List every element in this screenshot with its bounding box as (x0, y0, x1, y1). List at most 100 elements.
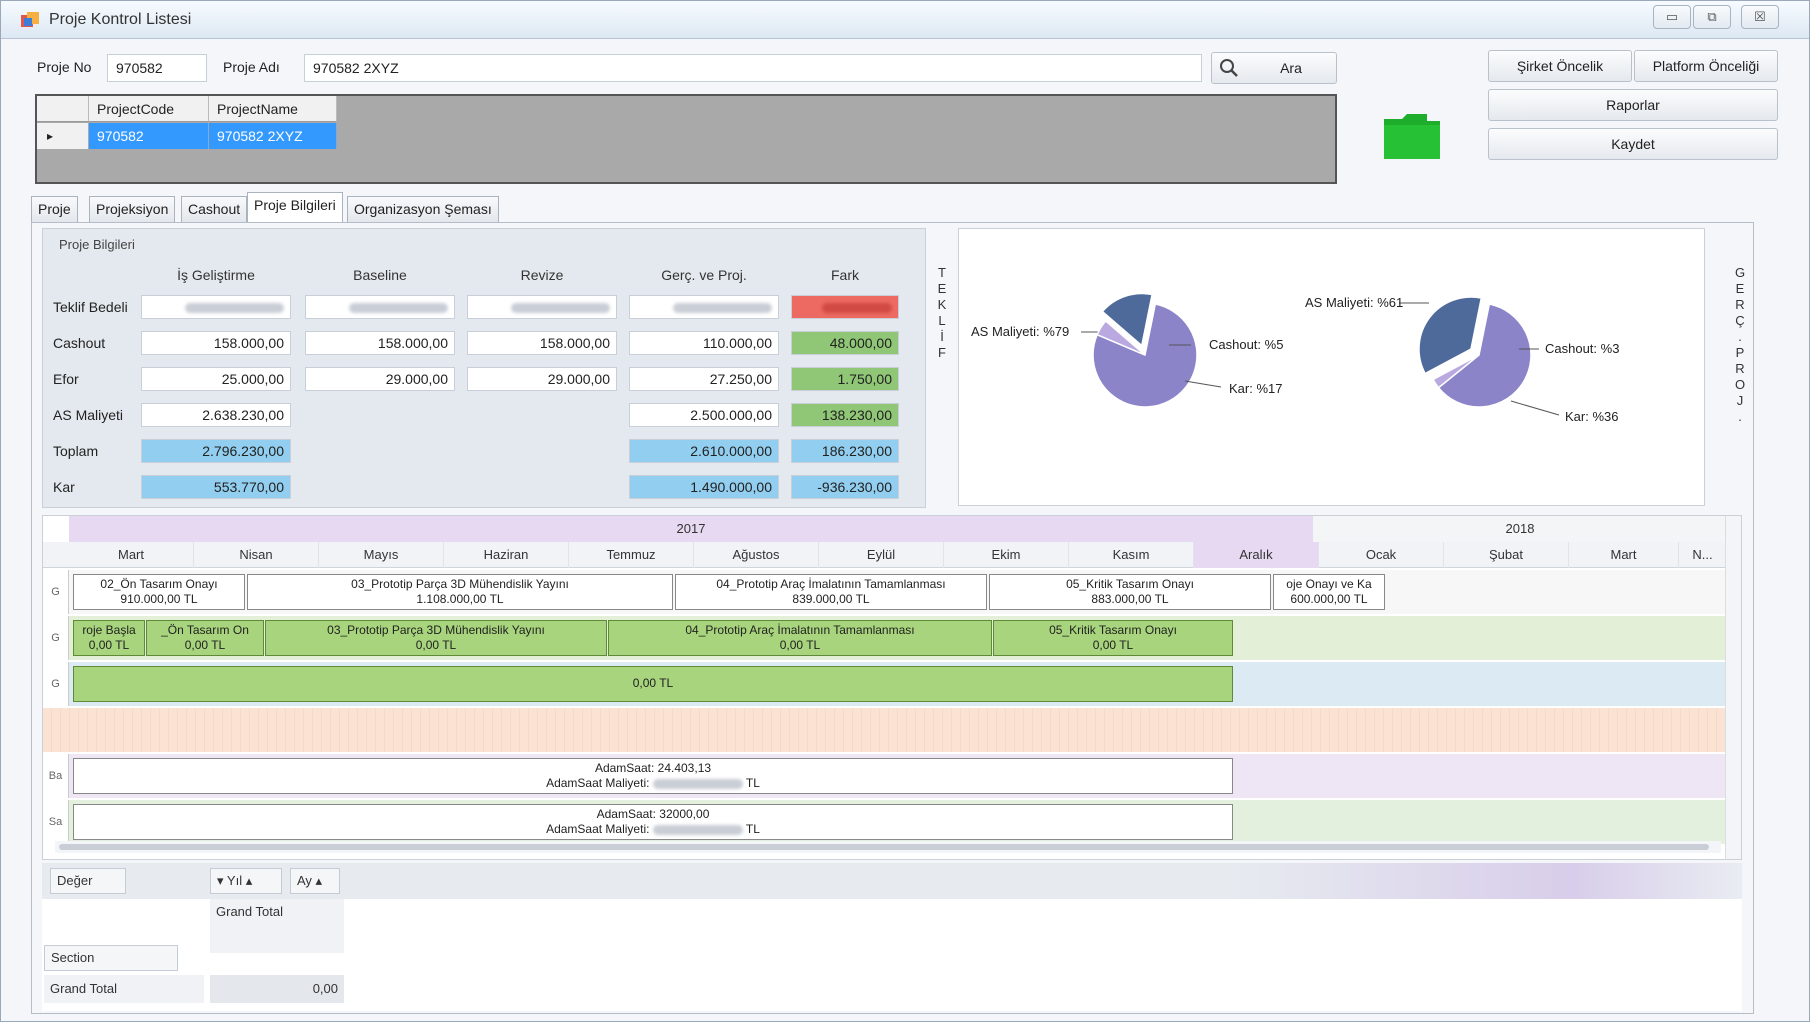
task-prototip-parca-g[interactable]: 03_Prototip Parça 3D Mühendislik Yayını 0… (265, 620, 607, 656)
task-proje-baslangic[interactable]: roje Başla 0,00 TL (73, 620, 145, 656)
cell-toplam-fark[interactable]: 186.230,00 (791, 439, 899, 463)
proje-adi-input[interactable]: 970582 2XYZ (304, 54, 1202, 82)
cell-kar-gerc[interactable]: 1.490.000,00 (629, 475, 779, 499)
vertical-letter: F (938, 345, 946, 360)
pivot-data-field[interactable]: Değer (50, 868, 126, 894)
pie-slice-label: Cashout: %3 (1545, 341, 1619, 356)
task-amount: 0,00 TL (1092, 638, 1134, 652)
proje-no-input[interactable]: 970582 (107, 54, 207, 82)
task-on-tasarim-g[interactable]: _Ön Tasarım On 0,00 TL (146, 620, 264, 656)
cell-toplam-gerc[interactable]: 2.610.000,00 (629, 439, 779, 463)
minimize-button[interactable]: ▭ (1653, 5, 1691, 29)
grid-header-projectcode[interactable]: ProjectCode (89, 96, 209, 122)
col-header-baseline: Baseline (353, 267, 407, 283)
cell-kar-is-gelistirme[interactable]: 553.770,00 (141, 475, 291, 499)
row-label-as-maliyeti: AS Maliyeti (53, 407, 124, 423)
row-label-efor: Efor (53, 371, 79, 387)
pivot-row-field-section[interactable]: Section (44, 945, 178, 971)
cell-efor-is-gelistirme[interactable]: 25.000,00 (141, 367, 291, 391)
gantt-timeline: 2017 2018 Mart Nisan Mayıs Haziran Temmu… (42, 515, 1742, 860)
vertical-letter: J (1736, 393, 1744, 408)
pie-leader-line (1184, 380, 1222, 388)
gantt-horizontal-scrollbar[interactable] (55, 841, 1721, 853)
year-2018: 2018 (1313, 516, 1727, 542)
yil-label: Yıl (226, 873, 243, 888)
row-icon-3[interactable]: G (43, 662, 69, 706)
search-button[interactable]: Ara (1211, 52, 1337, 84)
close-button[interactable]: ☒ (1741, 5, 1779, 29)
cell-kar-fark[interactable]: -936.230,00 (791, 475, 899, 499)
tab-cashout[interactable]: Cashout (181, 196, 248, 222)
cell-teklif-gerc[interactable] (629, 295, 779, 319)
month-eylul: Eylül (819, 542, 944, 568)
task-name: roje Başla (82, 623, 136, 637)
col-header-is-gelistirme: İş Geliştirme (177, 267, 255, 283)
task-adamsaat-1[interactable]: AdamSaat: 24.403,13 AdamSaat Maliyeti: T… (73, 758, 1233, 794)
row-icon-2[interactable]: G (43, 616, 69, 660)
gerc-proj-vertical-label: GERÇ.PROJ. (1732, 265, 1748, 425)
task-name: 03_Prototip Parça 3D Mühendislik Yayını (327, 623, 545, 637)
tab-proje[interactable]: Proje (31, 196, 78, 222)
cell-efor-gerc[interactable]: 27.250,00 (629, 367, 779, 391)
row-icon-1[interactable]: G (43, 570, 69, 614)
cell-cashout-baseline[interactable]: 158.000,00 (305, 331, 455, 355)
cell-cashout-gerc[interactable]: 110.000,00 (629, 331, 779, 355)
task-gercek-total[interactable]: 0,00 TL (73, 666, 1233, 702)
cell-efor-fark[interactable]: 1.750,00 (791, 367, 899, 391)
vertical-letter: İ (940, 329, 944, 344)
task-prototip-arac[interactable]: 04_Prototip Araç İmalatının Tamamlanması… (675, 574, 987, 610)
cell-teklif-revize[interactable] (467, 295, 617, 319)
gantt-vertical-scrollbar[interactable] (1725, 516, 1741, 859)
task-prototip-parca[interactable]: 03_Prototip Parça 3D Mühendislik Yayını 1… (247, 574, 673, 610)
adamsaat-value: AdamSaat: 32000,00 (596, 807, 710, 821)
tab-proje-bilgileri[interactable]: Proje Bilgileri (247, 192, 343, 222)
task-kritik-tasarim[interactable]: 05_Kritik Tasarım Onayı 883.000,00 TL (989, 574, 1271, 610)
month-n: N... (1679, 542, 1727, 568)
cell-efor-baseline[interactable]: 29.000,00 (305, 367, 455, 391)
month-ocak: Ocak (1319, 542, 1444, 568)
adamsaat-cost-label: AdamSaat Maliyeti: (546, 776, 650, 790)
cell-teklif-is-gelistirme[interactable] (141, 295, 291, 319)
scrollbar-thumb[interactable] (59, 844, 1709, 850)
redacted-value (510, 303, 610, 314)
raporlar-button[interactable]: Raporlar (1488, 89, 1778, 121)
pie-slice-label: AS Maliyeti: %61 (1305, 295, 1403, 310)
kaydet-button[interactable]: Kaydet (1488, 128, 1778, 160)
row-icon-6[interactable]: Sa (43, 800, 69, 844)
task-kritik-tasarim-g[interactable]: 05_Kritik Tasarım Onayı 0,00 TL (993, 620, 1233, 656)
tab-projeksiyon[interactable]: Projeksiyon (89, 196, 176, 222)
task-prototip-arac-g[interactable]: 04_Prototip Araç İmalatının Tamamlanması… (608, 620, 992, 656)
row-icon-5[interactable]: Ba (43, 754, 69, 798)
pivot-col-field-yil[interactable]: ▾ Yıl ▴ (210, 868, 282, 894)
proje-adi-label: Proje Adı (223, 59, 280, 75)
maximize-button[interactable]: ⧉ (1693, 5, 1731, 29)
row-selector-icon[interactable]: ▸ (37, 123, 89, 149)
cell-as-is-gelistirme[interactable]: 2.638.230,00 (141, 403, 291, 427)
task-proje-onayi[interactable]: oje Onayı ve Ka 600.000,00 TL (1273, 574, 1385, 610)
grid-header-projectname[interactable]: ProjectName (209, 96, 337, 122)
cell-cashout-revize[interactable]: 158.000,00 (467, 331, 617, 355)
cell-cashout-is-gelistirme[interactable]: 158.000,00 (141, 331, 291, 355)
folder-icon[interactable] (1382, 111, 1442, 161)
row-label-kar: Kar (53, 479, 75, 495)
task-adamsaat-2[interactable]: AdamSaat: 32000,00 AdamSaat Maliyeti: TL (73, 804, 1233, 840)
task-on-tasarim[interactable]: 02_Ön Tasarım Onayı 910.000,00 TL (73, 574, 245, 610)
grid-cell-projectcode[interactable]: 970582 (89, 123, 209, 149)
cell-toplam-is-gelistirme[interactable]: 2.796.230,00 (141, 439, 291, 463)
platform-onceligi-button[interactable]: Platform Önceliği (1634, 50, 1778, 82)
grid-cell-projectname[interactable]: 970582 2XYZ (209, 123, 337, 149)
pivot-col-field-ay[interactable]: Ay ▴ (290, 868, 340, 894)
teklif-vertical-label: TEKLİF (934, 265, 950, 361)
cell-teklif-baseline[interactable] (305, 295, 455, 319)
vertical-letter: R (1735, 297, 1745, 312)
cell-cashout-fark[interactable]: 48.000,00 (791, 331, 899, 355)
cell-efor-revize[interactable]: 29.000,00 (467, 367, 617, 391)
cell-as-gerc[interactable]: 2.500.000,00 (629, 403, 779, 427)
cell-teklif-fark[interactable] (791, 295, 899, 319)
task-name: 05_Kritik Tasarım Onayı (1049, 623, 1177, 637)
task-amount: 0,00 TL (779, 638, 821, 652)
cell-as-fark[interactable]: 138.230,00 (791, 403, 899, 427)
ay-label: Ay (297, 873, 312, 888)
tab-organizasyon-semasi[interactable]: Organizasyon Şeması (347, 196, 499, 222)
sirket-oncelik-button[interactable]: Şirket Öncelik (1488, 50, 1632, 82)
